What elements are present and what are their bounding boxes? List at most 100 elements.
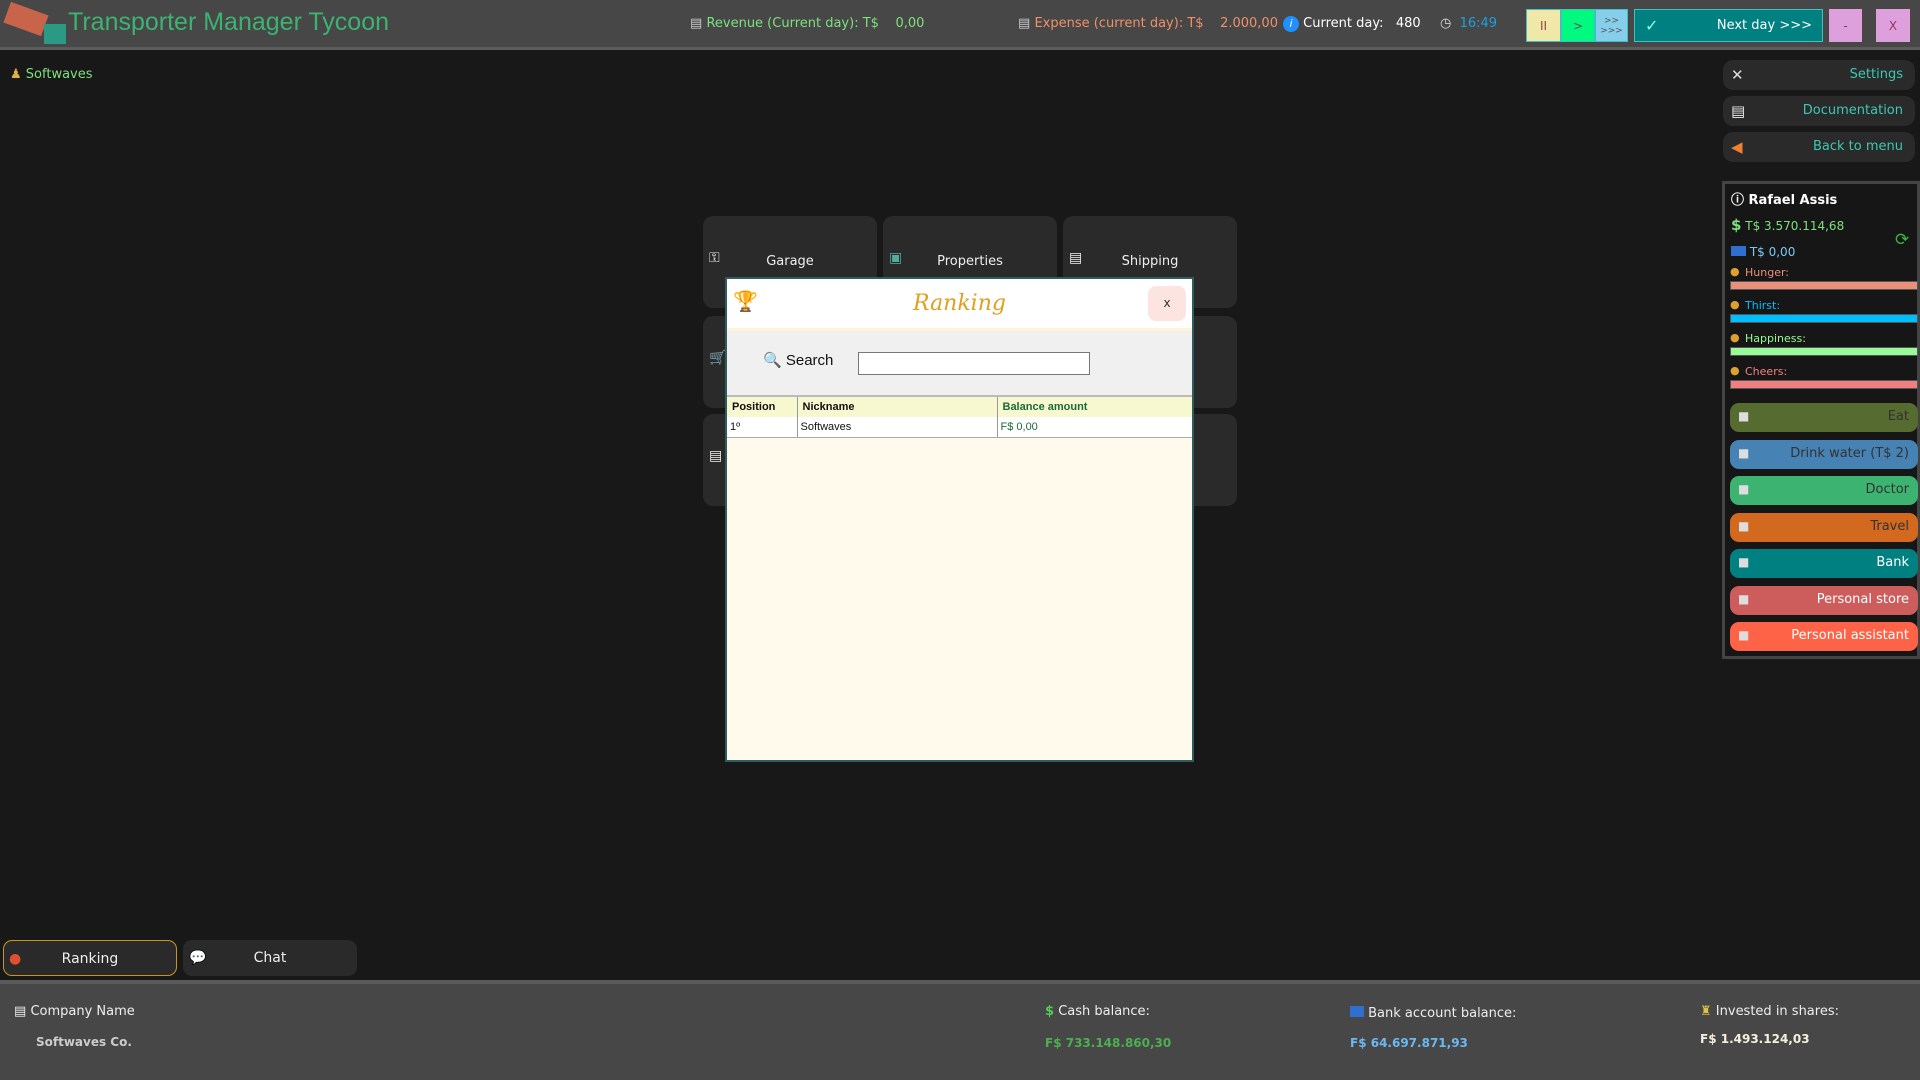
suitcase-icon: ■	[1738, 518, 1750, 533]
search-label-text: Search	[785, 352, 834, 369]
thirst-icon: ●	[1730, 298, 1740, 311]
document-icon: ▤	[1731, 102, 1746, 120]
cart-icon: 🛒	[709, 350, 727, 366]
ranking-icon: ●	[9, 951, 22, 967]
document-icon: ▤	[690, 16, 703, 31]
documentation-button[interactable]: ▤ Documentation	[1723, 96, 1915, 126]
doctor-icon: ■	[1738, 482, 1750, 496]
need-bar	[1730, 281, 1918, 290]
table-row[interactable]: 1º Softwaves F$ 0,00	[727, 417, 1192, 438]
back-to-menu-button[interactable]: ◀ Back to menu	[1723, 132, 1915, 162]
day-label: Current day:	[1303, 16, 1384, 31]
fast-forward-button[interactable]: >> >>>	[1595, 9, 1628, 42]
assistant-icon: ■	[1738, 628, 1750, 642]
next-day-button[interactable]: ✓ Next day >>>	[1634, 9, 1823, 42]
play-button[interactable]: >	[1561, 9, 1595, 42]
app-title: Transporter Manager Tycoon	[68, 8, 389, 36]
id-card-icon: ▤	[14, 1004, 27, 1019]
dialog-close-button[interactable]: x	[1148, 286, 1186, 321]
shares-label: ♜ Invested in shares:	[1700, 1004, 1839, 1019]
back-label: Back to menu	[1812, 139, 1903, 154]
need-bar-fill	[1731, 381, 1917, 388]
need-label: Cheers:	[1745, 365, 1788, 378]
tools-icon: ✕	[1731, 66, 1744, 84]
tab-chat[interactable]: 💬 Chat	[183, 940, 357, 976]
label-text: Invested in shares:	[1715, 1004, 1839, 1019]
clock-icon: ◷	[1440, 16, 1452, 31]
pill-icon: ●	[1730, 364, 1740, 377]
bank-balance-value: F$ 64.697.871,93	[1350, 1036, 1468, 1050]
clock-display: ◷ 16:49	[1440, 16, 1497, 31]
need-label: Happiness:	[1745, 332, 1806, 345]
cash-balance-value: F$ 733.148.860,30	[1045, 1036, 1172, 1050]
water-drop-icon: ■	[1738, 445, 1750, 460]
search-input[interactable]	[858, 352, 1090, 375]
fast-label: >>	[1603, 15, 1620, 26]
revenue-display: ▤ Revenue (Current day): T$ 0,00	[690, 16, 924, 31]
tile-label: Properties	[937, 254, 1003, 269]
action-personal-button[interactable]: ■ Personal store	[1730, 585, 1918, 615]
expense-label: Expense (current day): T$	[1034, 16, 1204, 31]
action-travel-button[interactable]: ■ Travel	[1730, 512, 1918, 542]
refresh-icon[interactable]: ⟳	[1895, 230, 1909, 250]
top-bar: Transporter Manager Tycoon ▤ Revenue (Cu…	[0, 0, 1920, 50]
action-label: Doctor	[1865, 482, 1909, 497]
user-icon: ♟	[10, 67, 22, 82]
info-icon: i	[1283, 16, 1299, 32]
minimize-button[interactable]: -	[1829, 9, 1862, 42]
need-bar	[1730, 314, 1918, 323]
player-name-label: Rafael Assis	[1748, 193, 1838, 208]
dollar-icon: $	[1045, 1004, 1055, 1019]
info-icon: ⓘ	[1731, 193, 1745, 208]
food-icon: ■	[1738, 409, 1750, 423]
action-bank-button[interactable]: ■ Bank	[1730, 549, 1918, 578]
expense-value: 2.000,00	[1220, 16, 1278, 31]
face-icon: ●	[1730, 265, 1740, 278]
need-bar	[1730, 380, 1918, 389]
player-cash: $ T$ 3.570.114,68	[1731, 216, 1844, 234]
dollar-icon: $	[1731, 216, 1742, 234]
cell-nickname: Softwaves	[797, 417, 998, 438]
magnifier-icon: 🔍	[763, 352, 782, 369]
day-value: 480	[1395, 16, 1421, 31]
player-panel: ⓘ Rafael Assis $ T$ 3.570.114,68 ⟳ T$ 0,…	[1722, 181, 1920, 659]
faster-label: >>>	[1600, 25, 1623, 36]
store-icon: ■	[1738, 591, 1750, 606]
shares-icon: ♜	[1700, 1004, 1712, 1019]
action-drink-button[interactable]: ■ Drink water (T$ 2)	[1730, 439, 1918, 469]
column-position[interactable]: Position	[727, 397, 798, 417]
player-bank: T$ 0,00	[1731, 245, 1795, 259]
column-balance[interactable]: Balance amount	[997, 397, 1192, 417]
pause-button[interactable]: II	[1526, 9, 1561, 42]
action-personal-button[interactable]: ■ Personal assistant	[1730, 622, 1918, 651]
need-bar-fill	[1731, 315, 1917, 322]
tile-label: Shipping	[1121, 254, 1179, 269]
action-label: Drink water (T$ 2)	[1790, 445, 1909, 461]
cell-balance: F$ 0,00	[997, 417, 1192, 438]
next-day-label: Next day >>>	[1716, 18, 1812, 33]
label-text: Cash balance:	[1058, 1004, 1150, 1019]
action-doctor-button[interactable]: ■ Doctor	[1730, 476, 1918, 505]
chat-icon: 💬	[189, 950, 207, 966]
need-bar	[1730, 347, 1918, 356]
player-bank-value: T$ 0,00	[1749, 245, 1796, 259]
bank-balance-label: Bank account balance:	[1350, 1006, 1516, 1021]
player-cash-value: T$ 3.570.114,68	[1745, 219, 1845, 233]
tab-ranking[interactable]: ● Ranking	[3, 940, 177, 976]
settings-button[interactable]: ✕ Settings	[1723, 60, 1915, 90]
star-icon: ●	[1730, 331, 1740, 344]
need-bar-fill	[1731, 282, 1917, 289]
company-tag-label: Softwaves	[25, 67, 93, 82]
revenue-value: 0,00	[895, 16, 925, 31]
company-name-label: ▤ Company Name	[14, 1004, 135, 1019]
dialog-header: 🏆 Ranking x	[727, 279, 1192, 331]
close-button[interactable]: X	[1876, 9, 1910, 42]
time-value: 16:49	[1459, 16, 1498, 31]
label-text: Bank account balance:	[1368, 1006, 1517, 1021]
company-tag: ♟ Softwaves	[10, 67, 93, 82]
action-label: Travel	[1870, 518, 1909, 534]
action-eat-button[interactable]: ■ Eat	[1730, 403, 1918, 432]
column-nickname[interactable]: Nickname	[797, 397, 998, 417]
action-label: Bank	[1876, 555, 1909, 570]
card-icon	[1350, 1006, 1364, 1017]
